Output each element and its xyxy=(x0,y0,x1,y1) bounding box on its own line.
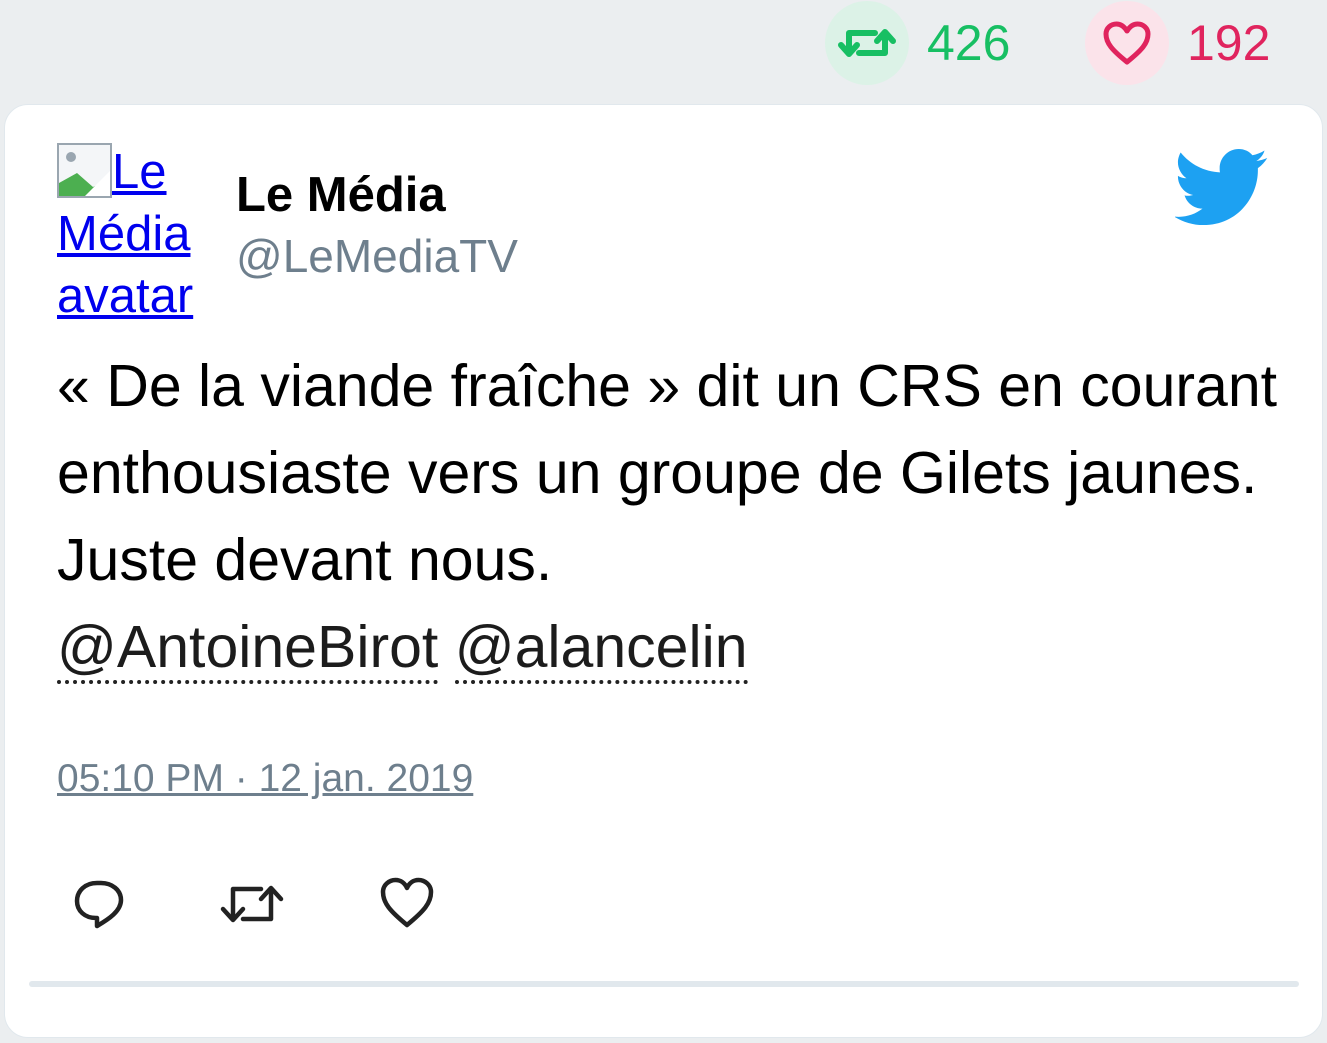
avatar[interactable]: Le Média avatar xyxy=(57,141,213,323)
tweet-text: « De la viande fraîche » dit un CRS en c… xyxy=(57,343,1287,691)
stats-bar: 426 192 xyxy=(0,0,1327,100)
tweet-timestamp[interactable]: 05:10 PM · 12 jan. 2019 xyxy=(57,757,473,801)
mention-link-alancelin[interactable]: @alancelin xyxy=(454,614,748,684)
like-count: 192 xyxy=(1187,15,1271,71)
retweet-count: 426 xyxy=(927,15,1011,71)
like-stat[interactable]: 192 xyxy=(1085,0,1270,86)
broken-image-icon xyxy=(57,143,112,198)
twitter-bird-icon[interactable] xyxy=(1175,149,1269,227)
action-bar xyxy=(57,875,557,935)
heart-icon[interactable] xyxy=(1085,1,1169,85)
like-button-icon[interactable] xyxy=(377,875,437,935)
retweet-stat[interactable]: 426 xyxy=(825,0,1010,86)
tweet-card: Le Média avatar Le Média @LeMediaTV « De… xyxy=(4,104,1323,1038)
retweet-icon[interactable] xyxy=(825,1,909,85)
reply-icon[interactable] xyxy=(71,875,131,935)
author-name[interactable]: Le Média xyxy=(236,167,446,223)
tweet-body: « De la viande fraîche » dit un CRS en c… xyxy=(57,353,1278,593)
divider xyxy=(29,981,1299,987)
mention-link-antoinebirot[interactable]: @AntoineBirot xyxy=(57,614,439,684)
author-handle[interactable]: @LeMediaTV xyxy=(236,229,518,283)
retweet-button-icon[interactable] xyxy=(217,875,284,935)
